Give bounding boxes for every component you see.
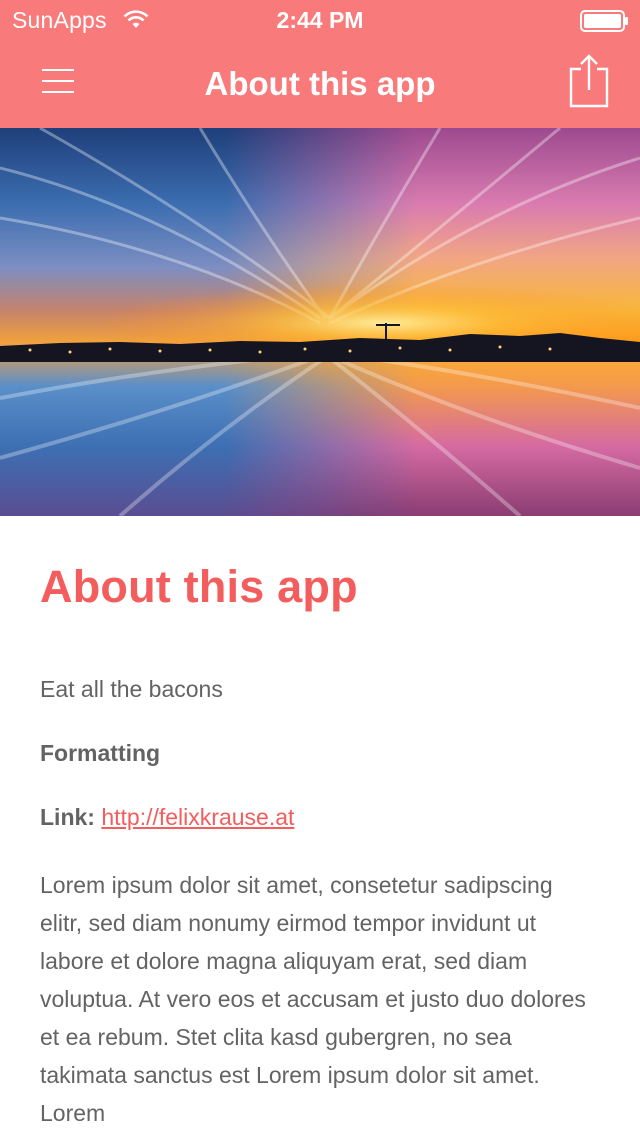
- link-line: Link: http://felixkrause.at: [40, 802, 600, 832]
- status-bar: SunApps 2:44 PM: [0, 0, 640, 40]
- battery-level: [584, 14, 621, 28]
- battery-icon: [580, 10, 628, 32]
- link-label: Link:: [40, 804, 95, 830]
- share-icon: [569, 54, 609, 108]
- navigation-bar: About this app: [0, 40, 640, 128]
- content: About this app Eat all the bacons Format…: [40, 516, 600, 1132]
- sunset-photo: [0, 128, 640, 516]
- formatting-label: Formatting: [40, 740, 161, 766]
- nav-title: About this app: [204, 65, 436, 102]
- body-text: Lorem ipsum dolor sit amet, consetetur s…: [40, 872, 586, 1126]
- intro-text: Eat all the bacons: [40, 676, 223, 702]
- share-button[interactable]: [562, 52, 618, 112]
- hero-image: [0, 128, 640, 516]
- status-time: 2:44 PM: [276, 7, 364, 33]
- website-link[interactable]: http://felixkrause.at: [101, 804, 294, 830]
- page-heading: About this app: [40, 561, 358, 612]
